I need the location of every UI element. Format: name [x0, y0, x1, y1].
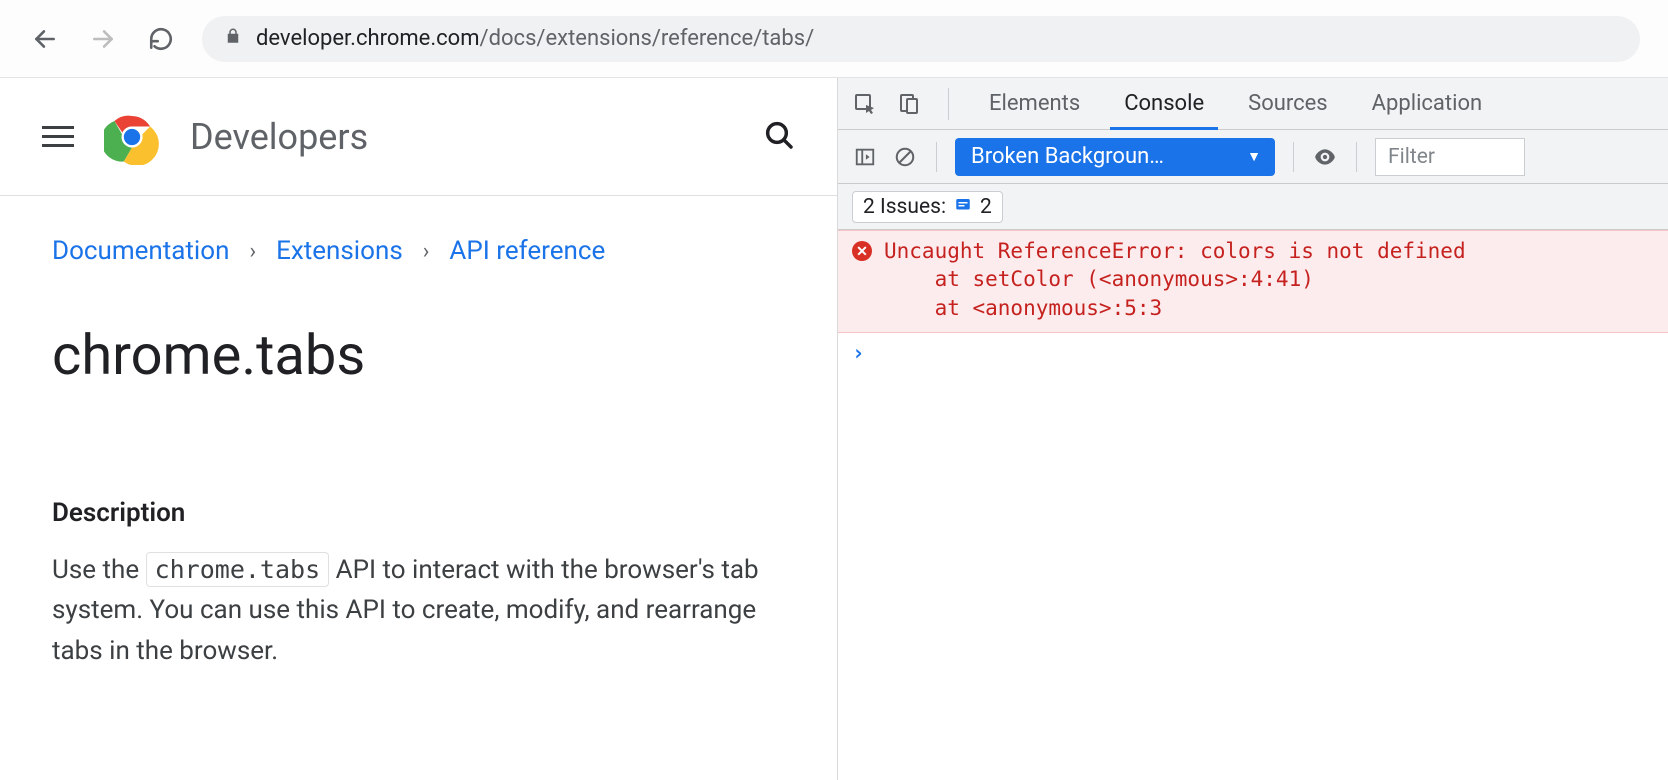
issues-count: 2 [980, 195, 992, 219]
url-path: /docs/extensions/reference/tabs/ [480, 26, 815, 51]
prompt-icon: › [852, 341, 865, 365]
error-icon: ✕ [852, 241, 872, 261]
context-dropdown-label: Broken Backgroun… [971, 144, 1164, 169]
breadcrumb-documentation[interactable]: Documentation [52, 236, 229, 266]
clear-console-icon[interactable] [892, 144, 918, 170]
reload-button[interactable] [144, 22, 178, 56]
url-host: developer.chrome.com [256, 26, 480, 51]
issues-icon [954, 195, 972, 219]
tab-sources[interactable]: Sources [1226, 78, 1350, 129]
chevron-right-icon: › [423, 239, 430, 264]
sidebar-toggle-icon[interactable] [852, 144, 878, 170]
search-button[interactable] [763, 119, 795, 155]
devtools-tabbar: Elements Console Sources Application [838, 78, 1668, 130]
breadcrumb-api-reference[interactable]: API reference [449, 236, 605, 266]
filter-placeholder: Filter [1388, 145, 1435, 169]
address-bar[interactable]: developer.chrome.com/docs/extensions/ref… [202, 16, 1640, 62]
page-title: chrome.tabs [52, 322, 785, 388]
description-heading: Description [52, 498, 785, 528]
breadcrumb-extensions[interactable]: Extensions [276, 236, 403, 266]
inline-code: chrome.tabs [146, 552, 330, 587]
issues-label: 2 Issues: [863, 195, 946, 219]
inspect-icon[interactable] [852, 91, 878, 117]
breadcrumb: Documentation › Extensions › API referen… [52, 236, 785, 266]
site-header: Developers [0, 78, 837, 196]
description-pre: Use the [52, 555, 146, 585]
site-title: Developers [190, 116, 368, 158]
chevron-down-icon: ▼ [1247, 148, 1261, 165]
issues-bar: 2 Issues: 2 [838, 184, 1668, 230]
chrome-logo-icon [104, 109, 160, 165]
page-content-pane: Developers Documentation › Extensions › … [0, 78, 838, 780]
menu-button[interactable] [42, 126, 74, 147]
live-expression-icon[interactable] [1312, 144, 1338, 170]
device-toggle-icon[interactable] [896, 91, 922, 117]
browser-toolbar: developer.chrome.com/docs/extensions/ref… [0, 0, 1668, 78]
console-toolbar: Broken Backgroun… ▼ Filter [838, 130, 1668, 184]
issues-pill[interactable]: 2 Issues: 2 [852, 191, 1003, 223]
url-text: developer.chrome.com/docs/extensions/ref… [256, 26, 814, 51]
tab-application[interactable]: Application [1350, 78, 1504, 129]
chevron-right-icon: › [249, 239, 256, 264]
tab-console[interactable]: Console [1102, 78, 1226, 129]
error-text: Uncaught ReferenceError: colors is not d… [884, 237, 1466, 322]
filter-input[interactable]: Filter [1375, 138, 1525, 176]
description-text: Use the chrome.tabs API to interact with… [52, 550, 785, 671]
tab-elements[interactable]: Elements [967, 78, 1102, 129]
console-prompt[interactable]: › [838, 333, 1668, 373]
console-output: ✕ Uncaught ReferenceError: colors is not… [838, 230, 1668, 780]
lock-icon [224, 27, 242, 50]
context-dropdown[interactable]: Broken Backgroun… ▼ [955, 138, 1275, 176]
console-error[interactable]: ✕ Uncaught ReferenceError: colors is not… [838, 230, 1668, 333]
forward-button[interactable] [86, 22, 120, 56]
back-button[interactable] [28, 22, 62, 56]
devtools-panel: Elements Console Sources Application Bro… [838, 78, 1668, 780]
